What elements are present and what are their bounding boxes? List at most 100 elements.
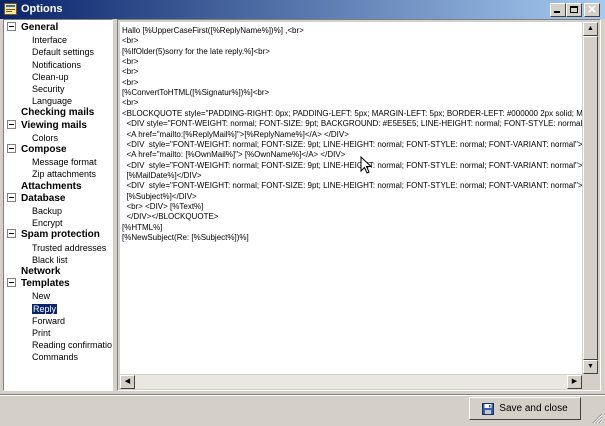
tree-item-label: Compose	[21, 144, 67, 155]
maximize-icon	[570, 6, 578, 13]
tree-item-label: Templates	[21, 278, 70, 290]
template-line: Hallo [%UpperCaseFirst([%ReplyName%])%] …	[122, 26, 304, 35]
collapse-icon[interactable]	[7, 192, 16, 202]
tree-item-label: New	[32, 291, 51, 302]
tree-item-new[interactable]: New	[32, 290, 50, 302]
template-editor[interactable]: Hallo [%UpperCaseFirst([%ReplyName%])%] …	[117, 19, 601, 391]
tree-item-label: Language	[32, 96, 73, 107]
tree-item-commands[interactable]: Commands	[32, 351, 78, 363]
maximize-button[interactable]	[566, 3, 582, 17]
tree-item-reply[interactable]: Reply	[32, 303, 58, 315]
resize-grip-icon[interactable]	[592, 413, 603, 424]
template-line: <A href="mailto:[%ReplyMail%]">[%ReplyNa…	[122, 129, 349, 139]
tree-item-reading-confirmation[interactable]: Reading confirmation	[32, 339, 113, 351]
tree-item-general[interactable]: General	[7, 22, 58, 34]
collapse-icon[interactable]	[7, 144, 16, 153]
template-line: [%IfOlder(5)sorry for the late reply.%]<…	[122, 46, 270, 56]
tree-item-label: Default settings	[32, 47, 95, 58]
template-line: [%Subject%]</DIV>	[122, 191, 197, 201]
tree-item-notifications[interactable]: Notifications	[32, 59, 81, 71]
tree-item-network[interactable]: Network	[21, 266, 60, 278]
footer-divider	[0, 394, 605, 396]
scroll-right-button[interactable]: ▶	[567, 375, 582, 389]
tree-item-label: Reply	[32, 303, 58, 314]
arrow-left-icon: ◀	[124, 378, 131, 385]
close-icon: ✕	[587, 4, 597, 16]
tree-item-label: Message format	[32, 157, 97, 168]
vertical-scrollbar[interactable]: ▲ ▼	[583, 22, 598, 374]
tree-item-backup[interactable]: Backup	[32, 205, 62, 217]
tree-item-spam-protection[interactable]: Spam protection	[7, 229, 100, 241]
tree-item-zip-attachments[interactable]: Zip attachments	[32, 168, 96, 180]
tree-item-forward[interactable]: Forward	[32, 315, 65, 327]
minimize-icon	[554, 11, 560, 13]
template-line: [%HTML%]	[122, 222, 163, 232]
tree-item-label: Black list	[32, 254, 68, 265]
tree-item-label: Forward	[32, 315, 66, 326]
tree-item-encrypt[interactable]: Encrypt	[32, 217, 63, 229]
tree-item-checking-mails[interactable]: Checking mails	[21, 107, 94, 119]
tree-item-label: Database	[21, 192, 66, 204]
template-line: <DIV style="FONT-WEIGHT: normal; FONT-SI…	[122, 139, 582, 149]
tree-item-label: Clean-up	[32, 71, 69, 82]
template-line: <DIV style="FONT-WEIGHT: normal; FONT-SI…	[122, 119, 582, 129]
scroll-down-button[interactable]: ▼	[583, 360, 598, 374]
tree-item-label: Backup	[32, 206, 63, 216]
template-line: <br>	[122, 77, 139, 87]
tree-item-attachments[interactable]: Attachments	[21, 181, 82, 193]
tree-item-colors[interactable]: Colors	[32, 132, 58, 144]
scrollbar-corner	[583, 375, 598, 389]
tree-item-clean-up[interactable]: Clean-up	[32, 71, 69, 83]
tree-item-label: Zip attachments	[32, 169, 97, 180]
options-tree[interactable]: General Interface Default settings Notifica…	[3, 19, 113, 391]
template-line: <DIV style="FONT-WEIGHT: normal; FONT-SI…	[122, 181, 582, 191]
tree-item-label: Commands	[32, 352, 79, 363]
tree-item-trusted-addresses[interactable]: Trusted addresses	[32, 242, 106, 254]
tree-item-label: Notifications	[32, 59, 82, 70]
horizontal-scrollbar[interactable]: ◀ ▶	[120, 375, 582, 389]
template-line: <br>	[122, 67, 139, 77]
tree-item-label: Interface	[32, 35, 68, 46]
tree-item-print[interactable]: Print	[32, 327, 51, 339]
save-icon	[482, 402, 495, 415]
minimize-button[interactable]	[550, 3, 566, 17]
tree-item-label: Reading confirmation	[32, 340, 113, 351]
tree-item-label: Attachments	[21, 180, 82, 192]
tree-item-compose[interactable]: Compose	[7, 144, 67, 156]
close-button[interactable]: ✕	[584, 3, 600, 17]
tree-item-interface[interactable]: Interface	[32, 34, 67, 46]
options-icon	[4, 3, 17, 15]
scroll-left-button[interactable]: ◀	[120, 375, 135, 389]
vertical-scroll-thumb[interactable]	[583, 36, 598, 360]
template-line: [%MailDate%]</DIV>	[122, 170, 202, 180]
collapse-icon[interactable]	[7, 119, 16, 129]
arrow-right-icon: ▶	[571, 378, 578, 385]
tree-item-viewing-mails[interactable]: Viewing mails	[7, 119, 87, 132]
title-bar[interactable]: Options ✕	[0, 0, 605, 19]
window-title: Options	[21, 3, 63, 15]
template-line: [%NewSubject(Re: [%Subject%])%]	[122, 233, 249, 242]
tree-item-security[interactable]: Security	[32, 83, 65, 95]
template-line: <br>	[122, 98, 139, 108]
tree-item-database[interactable]: Database	[7, 192, 66, 205]
tree-item-label: Trusted addresses	[32, 242, 107, 253]
collapse-icon[interactable]	[7, 22, 16, 31]
save-and-close-button[interactable]: Save and close	[469, 397, 581, 420]
template-text-area[interactable]: Hallo [%UpperCaseFirst([%ReplyName%])%] …	[120, 22, 582, 374]
collapse-icon[interactable]	[7, 278, 16, 288]
tree-item-label: Print	[32, 328, 51, 338]
template-line: <DIV style="FONT-WEIGHT: normal; FONT-SI…	[122, 160, 582, 170]
tree-item-label: Security	[32, 84, 65, 94]
template-line: </DIV></BLOCKQUOTE>	[122, 212, 219, 222]
tree-item-label: Checking mails	[21, 107, 95, 119]
tree-item-label: Spam protection	[21, 229, 100, 241]
collapse-icon[interactable]	[7, 229, 16, 239]
tree-item-message-format[interactable]: Message format	[32, 156, 97, 168]
scroll-up-button[interactable]: ▲	[583, 22, 598, 36]
tree-item-label: Viewing mails	[21, 119, 87, 131]
arrow-down-icon: ▼	[587, 363, 594, 370]
tree-item-black-list[interactable]: Black list	[32, 254, 68, 266]
tree-item-language[interactable]: Language	[32, 95, 72, 107]
tree-item-templates[interactable]: Templates	[7, 278, 70, 290]
tree-item-default-settings[interactable]: Default settings	[32, 46, 94, 58]
